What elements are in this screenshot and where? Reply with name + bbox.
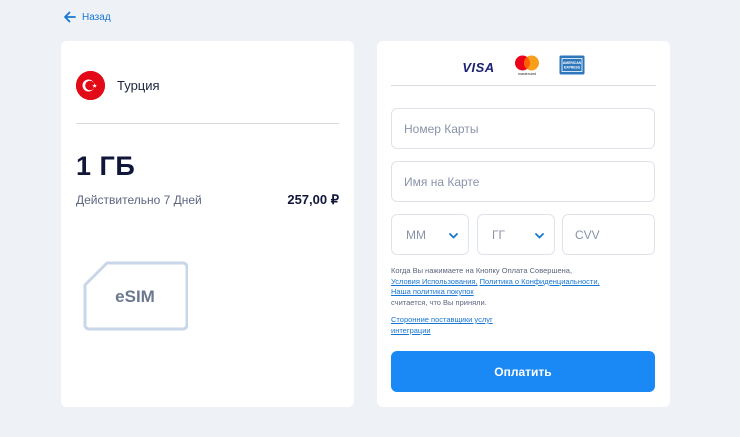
country-row: Турция — [76, 71, 160, 100]
svg-text:EXPRESS: EXPRESS — [564, 66, 581, 70]
terms-of-use-link[interactable]: Условия Использования, — [391, 277, 478, 286]
expiry-month-select[interactable]: ММ — [391, 214, 469, 255]
pay-button[interactable]: Оплатить — [391, 351, 655, 392]
divider — [391, 85, 656, 86]
back-label: Назад — [82, 11, 111, 23]
terms-text: Когда Вы нажимаете на Кнопку Оплата Сове… — [391, 266, 653, 308]
third-party-providers-link[interactable]: Сторонние поставщики услуг интеграции — [391, 315, 493, 335]
terms-prefix: Когда Вы нажимаете на Кнопку Оплата Сове… — [391, 266, 573, 275]
svg-text:AMERICAN: AMERICAN — [563, 61, 582, 65]
card-number-input[interactable] — [391, 108, 655, 149]
back-link[interactable]: Назад — [63, 11, 111, 23]
visa-logo: VISA — [462, 60, 495, 75]
purchase-policy-link[interactable]: Наша политика покупок — [391, 287, 474, 296]
third-party-note: Сторонние поставщики услуг интеграции — [391, 315, 531, 336]
card-name-input[interactable] — [391, 161, 655, 202]
expiry-year-select[interactable]: ГГ — [477, 214, 555, 255]
month-placeholder: ММ — [406, 227, 426, 242]
esim-label: eSIM — [115, 287, 155, 306]
year-placeholder: ГГ — [492, 227, 505, 242]
data-volume: 1 ГБ — [76, 151, 136, 181]
product-card: Турция 1 ГБ Действительно 7 Дней 257,00 … — [61, 41, 354, 407]
amex-logo: AMERICAN EXPRESS — [559, 55, 585, 80]
esim-icon: eSIM — [83, 261, 189, 331]
divider — [76, 123, 339, 124]
card-logos: VISA mastercard AMERICAN EXPRESS — [377, 54, 670, 81]
payment-card: VISA mastercard AMERICAN EXPRESS ММ — [377, 41, 670, 407]
chevron-down-icon — [535, 228, 544, 242]
validity-text: Действительно 7 Дней — [76, 193, 202, 207]
arrow-left-icon — [63, 11, 76, 23]
svg-text:mastercard: mastercard — [518, 72, 536, 76]
country-name: Турция — [117, 78, 160, 93]
cvv-input[interactable] — [562, 214, 655, 255]
chevron-down-icon — [449, 228, 458, 242]
terms-suffix: считается, что Вы приняли. — [391, 297, 487, 307]
privacy-policy-link[interactable]: Политика о Конфиденциальности, — [480, 277, 600, 286]
price: 257,00 ₽ — [287, 192, 339, 207]
turkey-flag-icon — [76, 71, 105, 100]
mastercard-logo: mastercard — [512, 54, 542, 81]
